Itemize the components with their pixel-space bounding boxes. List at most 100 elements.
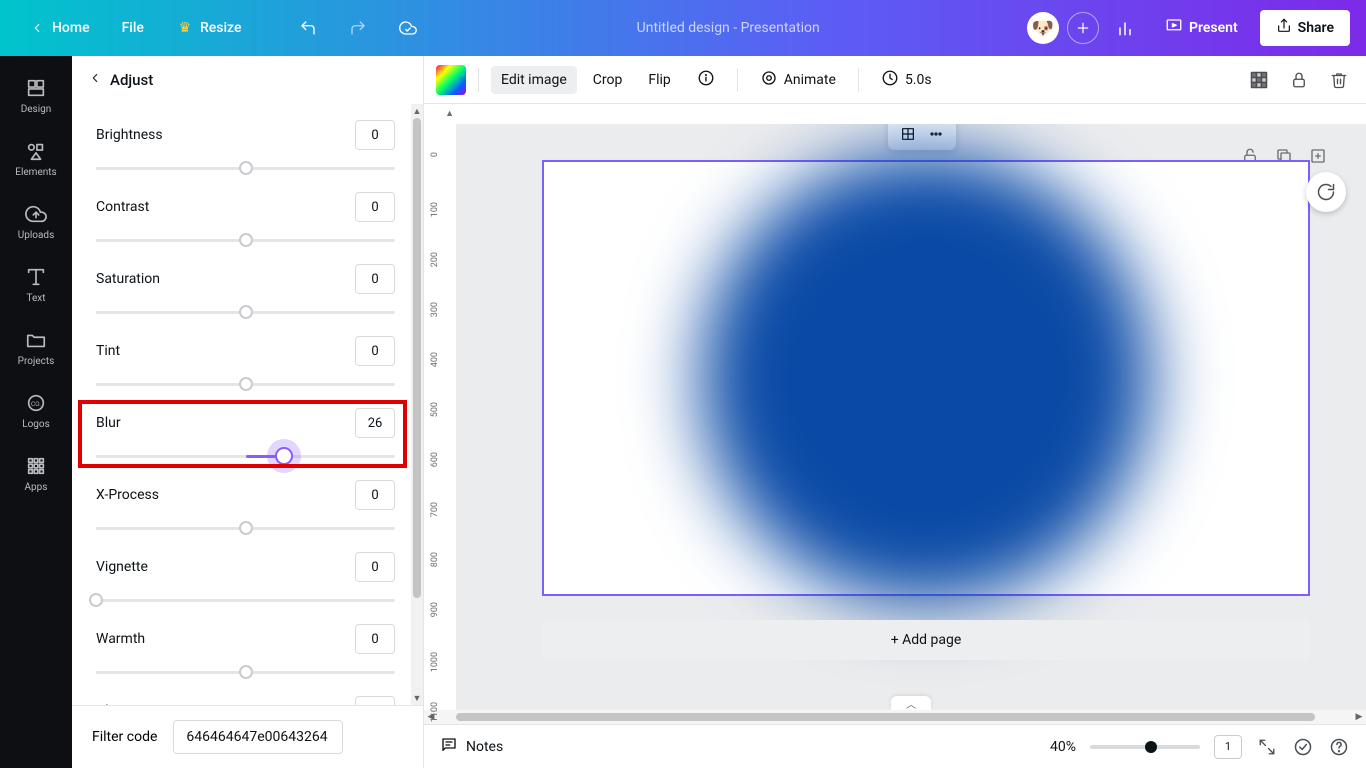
nav-apps[interactable]: Apps bbox=[0, 442, 72, 505]
adjust-value-input[interactable] bbox=[355, 192, 395, 222]
checkmark-button[interactable] bbox=[1292, 736, 1314, 758]
avatar[interactable]: 🐶 bbox=[1027, 12, 1059, 44]
slider-thumb[interactable] bbox=[89, 593, 103, 607]
document-title[interactable]: Untitled design - Presentation bbox=[429, 20, 1027, 36]
present-icon bbox=[1165, 17, 1183, 39]
home-button[interactable]: Home bbox=[16, 11, 102, 45]
ruler-tick: 700 bbox=[430, 502, 440, 517]
scroll-down-icon[interactable]: ▼ bbox=[411, 691, 423, 705]
page-count-label: 1 bbox=[1225, 740, 1231, 753]
slider[interactable] bbox=[96, 302, 395, 322]
nav-uploads[interactable]: Uploads bbox=[0, 190, 72, 253]
nav-logos[interactable]: CO. Logos bbox=[0, 379, 72, 442]
ruler-vertical: 010020030040050060070080090010001100 bbox=[424, 124, 456, 710]
expand-pages-button[interactable]: ︿ bbox=[891, 696, 931, 710]
adjust-back[interactable]: Adjust bbox=[72, 56, 423, 104]
nav-apps-label: Apps bbox=[25, 482, 48, 493]
scroll-up-icon[interactable]: ▲ bbox=[411, 104, 423, 118]
adjust-label: Warmth bbox=[96, 631, 145, 647]
present-button[interactable]: Present bbox=[1151, 9, 1252, 47]
slider-thumb[interactable] bbox=[239, 521, 253, 535]
zoom-slider[interactable] bbox=[1090, 745, 1200, 749]
slider-thumb[interactable] bbox=[239, 233, 253, 247]
ruler-tick: 800 bbox=[430, 552, 440, 567]
nav-text[interactable]: Text bbox=[0, 253, 72, 316]
canvas-h-scrollbar[interactable]: ◀ ▶ bbox=[424, 710, 1366, 724]
app-header: Home File ♛ Resize Untitled design - Pre… bbox=[0, 0, 1366, 56]
scroll-right-icon[interactable]: ▶ bbox=[1352, 712, 1366, 722]
header-right: 🐶 Present Share bbox=[1027, 9, 1350, 47]
info-icon bbox=[697, 69, 715, 91]
page-count-button[interactable]: 1 bbox=[1214, 735, 1242, 759]
nav-elements-label: Elements bbox=[15, 167, 56, 178]
page-grid-icon[interactable] bbox=[896, 124, 920, 146]
nav-design[interactable]: Design bbox=[0, 64, 72, 127]
edit-image-label: Edit image bbox=[501, 72, 567, 88]
slider[interactable] bbox=[96, 446, 395, 466]
filter-code-input[interactable] bbox=[173, 720, 343, 754]
resize-button[interactable]: ♛ Resize bbox=[164, 11, 254, 45]
cloud-check-icon bbox=[399, 19, 417, 37]
blurred-circle-shape[interactable] bbox=[701, 153, 1151, 603]
adjust-value-input[interactable] bbox=[355, 696, 395, 705]
page-more-icon[interactable] bbox=[924, 124, 948, 146]
undo-button[interactable] bbox=[287, 11, 329, 45]
adjust-value-input[interactable] bbox=[355, 552, 395, 582]
slider[interactable] bbox=[96, 158, 395, 178]
adjust-value-input[interactable] bbox=[355, 624, 395, 654]
adjust-row-contrast: Contrast bbox=[96, 192, 395, 250]
fullscreen-button[interactable] bbox=[1256, 736, 1278, 758]
adjust-row-tint: Tint bbox=[96, 336, 395, 394]
slider[interactable] bbox=[96, 662, 395, 682]
slider-thumb[interactable] bbox=[239, 665, 253, 679]
slider-thumb[interactable] bbox=[239, 161, 253, 175]
adjust-scrollbar[interactable]: ▲ ▼ bbox=[411, 104, 423, 705]
duration-button[interactable]: 5.0s bbox=[871, 63, 942, 97]
slider[interactable] bbox=[96, 374, 395, 394]
nav-projects[interactable]: Projects bbox=[0, 316, 72, 379]
file-menu[interactable]: File bbox=[110, 12, 156, 44]
add-page-button[interactable]: + Add page bbox=[542, 620, 1310, 660]
adjust-value-input[interactable] bbox=[355, 336, 395, 366]
adjust-scroll[interactable]: BrightnessContrastSaturationTintBlurX-Pr… bbox=[72, 104, 411, 705]
slider-thumb[interactable] bbox=[239, 377, 253, 391]
flip-button[interactable]: Flip bbox=[638, 66, 680, 94]
add-collaborator-button[interactable] bbox=[1067, 12, 1099, 44]
edit-image-button[interactable]: Edit image bbox=[491, 66, 577, 94]
share-button[interactable]: Share bbox=[1260, 10, 1350, 46]
slider-thumb[interactable] bbox=[239, 305, 253, 319]
ruler-tick: 1000 bbox=[430, 652, 440, 672]
redo-button[interactable] bbox=[337, 11, 379, 45]
adjust-value-input[interactable] bbox=[355, 120, 395, 150]
zoom-level[interactable]: 40% bbox=[1050, 739, 1076, 755]
adjust-value-input[interactable] bbox=[355, 408, 395, 438]
insights-button[interactable] bbox=[1107, 10, 1143, 46]
duration-label: 5.0s bbox=[905, 72, 932, 88]
adjust-value-input[interactable] bbox=[355, 480, 395, 510]
canvas-viewport[interactable]: + Add page ︿ bbox=[456, 124, 1366, 710]
slider[interactable] bbox=[96, 518, 395, 538]
cloud-status[interactable] bbox=[387, 11, 429, 45]
color-picker[interactable] bbox=[436, 65, 466, 95]
ruler-tick: 600 bbox=[430, 452, 440, 467]
adjust-value-input[interactable] bbox=[355, 264, 395, 294]
help-button[interactable] bbox=[1328, 736, 1350, 758]
scrollbar-thumb[interactable] bbox=[413, 118, 421, 598]
slider[interactable] bbox=[96, 590, 395, 610]
slider-thumb[interactable] bbox=[275, 447, 293, 465]
zoom-thumb[interactable] bbox=[1145, 741, 1157, 753]
crop-button[interactable]: Crop bbox=[583, 66, 633, 94]
present-label: Present bbox=[1189, 20, 1238, 36]
animate-button[interactable]: Animate bbox=[750, 63, 846, 97]
refresh-button[interactable] bbox=[1306, 172, 1346, 212]
adjust-row-brightness: Brightness bbox=[96, 120, 395, 178]
notes-button[interactable]: Notes bbox=[440, 736, 503, 758]
lock-button[interactable] bbox=[1284, 65, 1314, 95]
h-scrollbar-thumb[interactable] bbox=[456, 713, 1315, 721]
page-slide[interactable] bbox=[542, 160, 1310, 596]
info-button[interactable] bbox=[687, 63, 725, 97]
transparency-button[interactable] bbox=[1244, 65, 1274, 95]
delete-button[interactable] bbox=[1324, 65, 1354, 95]
nav-elements[interactable]: Elements bbox=[0, 127, 72, 190]
slider[interactable] bbox=[96, 230, 395, 250]
